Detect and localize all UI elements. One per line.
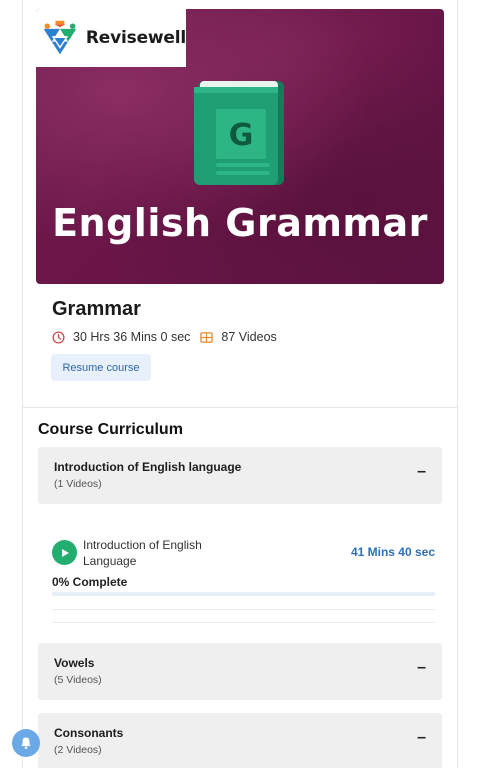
curriculum-section[interactable]: Vowels (5 Videos) – [38, 643, 442, 700]
section-video-count: (5 Videos) [54, 674, 102, 686]
duration-text: 30 Hrs 36 Mins 0 sec [73, 330, 191, 344]
section-name: Introduction of English language [54, 460, 242, 474]
brand-name: Revisewell [85, 28, 186, 48]
clock-icon [52, 330, 65, 344]
course-banner: Revisewell G English Grammar [36, 9, 444, 284]
section-video-count: (1 Videos) [54, 478, 102, 490]
notification-bell-button[interactable] [12, 729, 40, 757]
lesson-duration: 41 Mins 40 sec [350, 545, 435, 559]
course-title: Grammar [52, 298, 141, 320]
progress-label: 0% Complete [52, 575, 128, 589]
section-video-count: (2 Videos) [54, 744, 102, 756]
curriculum-section[interactable]: Consonants (2 Videos) – [38, 713, 442, 768]
lesson-title[interactable]: Introduction of English Language [83, 537, 243, 569]
collapse-toggle-icon[interactable]: – [417, 463, 426, 481]
play-icon [61, 548, 69, 557]
brand-logo[interactable]: Revisewell [36, 9, 186, 67]
collapse-toggle-icon[interactable]: – [417, 729, 426, 747]
book-icon: G [194, 81, 284, 185]
lesson-divider [52, 622, 435, 623]
course-meta: 30 Hrs 36 Mins 0 sec 87 Videos [52, 330, 287, 344]
bell-icon [21, 737, 31, 749]
curriculum-title: Course Curriculum [38, 421, 183, 438]
section-name: Vowels [54, 656, 95, 670]
video-grid-icon [200, 331, 214, 343]
play-lesson-button[interactable] [52, 540, 77, 565]
course-videos: 87 Videos [200, 330, 277, 344]
videos-text: 87 Videos [221, 330, 277, 344]
lesson-divider [52, 609, 435, 610]
revisewell-logo-icon [43, 20, 77, 55]
resume-course-button[interactable]: Resume course [51, 354, 151, 381]
book-letter: G [229, 118, 254, 153]
section-name: Consonants [54, 726, 124, 740]
course-duration: 30 Hrs 36 Mins 0 sec [52, 330, 190, 344]
collapse-toggle-icon[interactable]: – [417, 659, 426, 677]
lesson-progress-bar [52, 592, 435, 596]
banner-title: English Grammar [52, 201, 428, 245]
curriculum-section[interactable]: Introduction of English language (1 Vide… [38, 447, 442, 504]
section-divider [22, 407, 458, 408]
